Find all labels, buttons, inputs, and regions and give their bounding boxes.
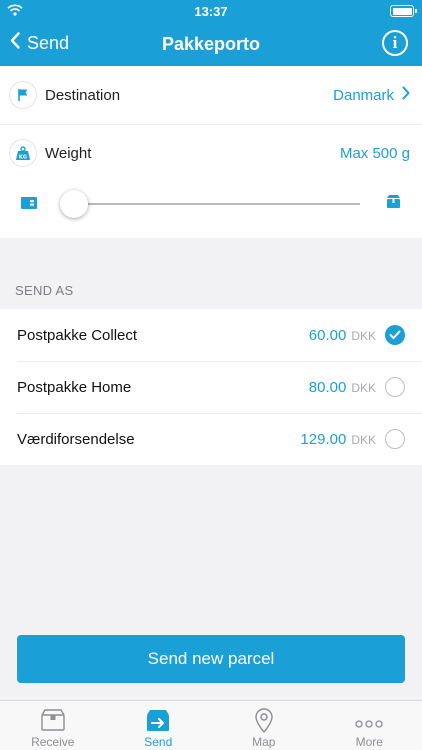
weight-row: KG Weight Max 500 g <box>0 124 422 182</box>
nav-bar: Send Pakkeporto i <box>0 22 422 66</box>
destination-value: Danmark <box>333 86 410 104</box>
info-icon[interactable]: i <box>382 30 408 56</box>
status-time: 13:37 <box>194 4 228 19</box>
weight-label: Weight <box>45 144 92 162</box>
option-row[interactable]: Postpakke Collect 60.00 DKK <box>0 309 422 361</box>
price-currency: DKK <box>351 432 376 447</box>
letter-icon <box>21 196 37 214</box>
tab-receive[interactable]: Receive <box>0 701 106 750</box>
package-icon <box>40 708 66 737</box>
slider-thumb[interactable] <box>60 190 88 218</box>
tab-label: Receive <box>31 735 75 749</box>
option-name: Postpakke Collect <box>17 326 138 344</box>
shipping-options: Postpakke Collect 60.00 DKK Postpakke Ho… <box>0 309 422 465</box>
radio-button[interactable] <box>385 429 405 449</box>
parcel-settings: Destination Danmark KG Weight Max 500 g <box>0 66 422 238</box>
weight-value: Max 500 g <box>339 144 410 162</box>
more-icon <box>355 715 383 733</box>
tab-label: Send <box>144 735 173 749</box>
tab-send[interactable]: Send <box>106 701 212 750</box>
box-icon <box>386 194 401 214</box>
tab-label: More <box>355 735 383 749</box>
checkmark-icon <box>389 330 401 339</box>
price-currency: DKK <box>351 380 376 395</box>
destination-country: Danmark <box>333 86 394 104</box>
battery-icon <box>390 5 417 17</box>
weight-icon-text: KG <box>19 154 27 160</box>
weight-icon: KG <box>9 139 37 167</box>
option-price: 60.00 DKK <box>309 327 376 344</box>
option-name: Værdiforsendelse <box>17 430 135 448</box>
tab-label: Map <box>252 735 276 749</box>
price-amount: 80.00 <box>308 378 347 396</box>
radio-button[interactable] <box>385 377 405 397</box>
option-name: Postpakke Home <box>17 378 132 396</box>
price-currency: DKK <box>351 328 376 343</box>
tab-map[interactable]: Map <box>211 701 317 750</box>
option-row[interactable]: Værdiforsendelse 129.00 DKK <box>0 413 422 465</box>
destination-label: Destination <box>45 86 121 104</box>
flag-icon <box>9 81 37 109</box>
option-row[interactable]: Postpakke Home 80.00 DKK <box>0 361 422 413</box>
destination-row[interactable]: Destination Danmark <box>0 66 422 124</box>
status-bar: 13:37 <box>0 0 422 22</box>
chevron-right-icon <box>402 86 410 104</box>
slider-track[interactable] <box>74 203 360 205</box>
radio-button[interactable] <box>385 325 405 345</box>
option-price: 80.00 DKK <box>309 379 376 396</box>
option-price: 129.00 DKK <box>300 431 376 448</box>
price-amount: 60.00 <box>308 326 347 344</box>
send-package-icon <box>145 708 171 737</box>
tab-bar: Receive Send Map More <box>0 700 422 750</box>
tab-more[interactable]: More <box>317 701 422 750</box>
send-new-parcel-button[interactable]: Send new parcel <box>17 635 405 683</box>
weight-slider <box>0 182 422 238</box>
price-amount: 129.00 <box>300 430 347 448</box>
send-as-header: SEND AS <box>15 283 74 298</box>
page-title: Pakkeporto <box>161 34 261 54</box>
